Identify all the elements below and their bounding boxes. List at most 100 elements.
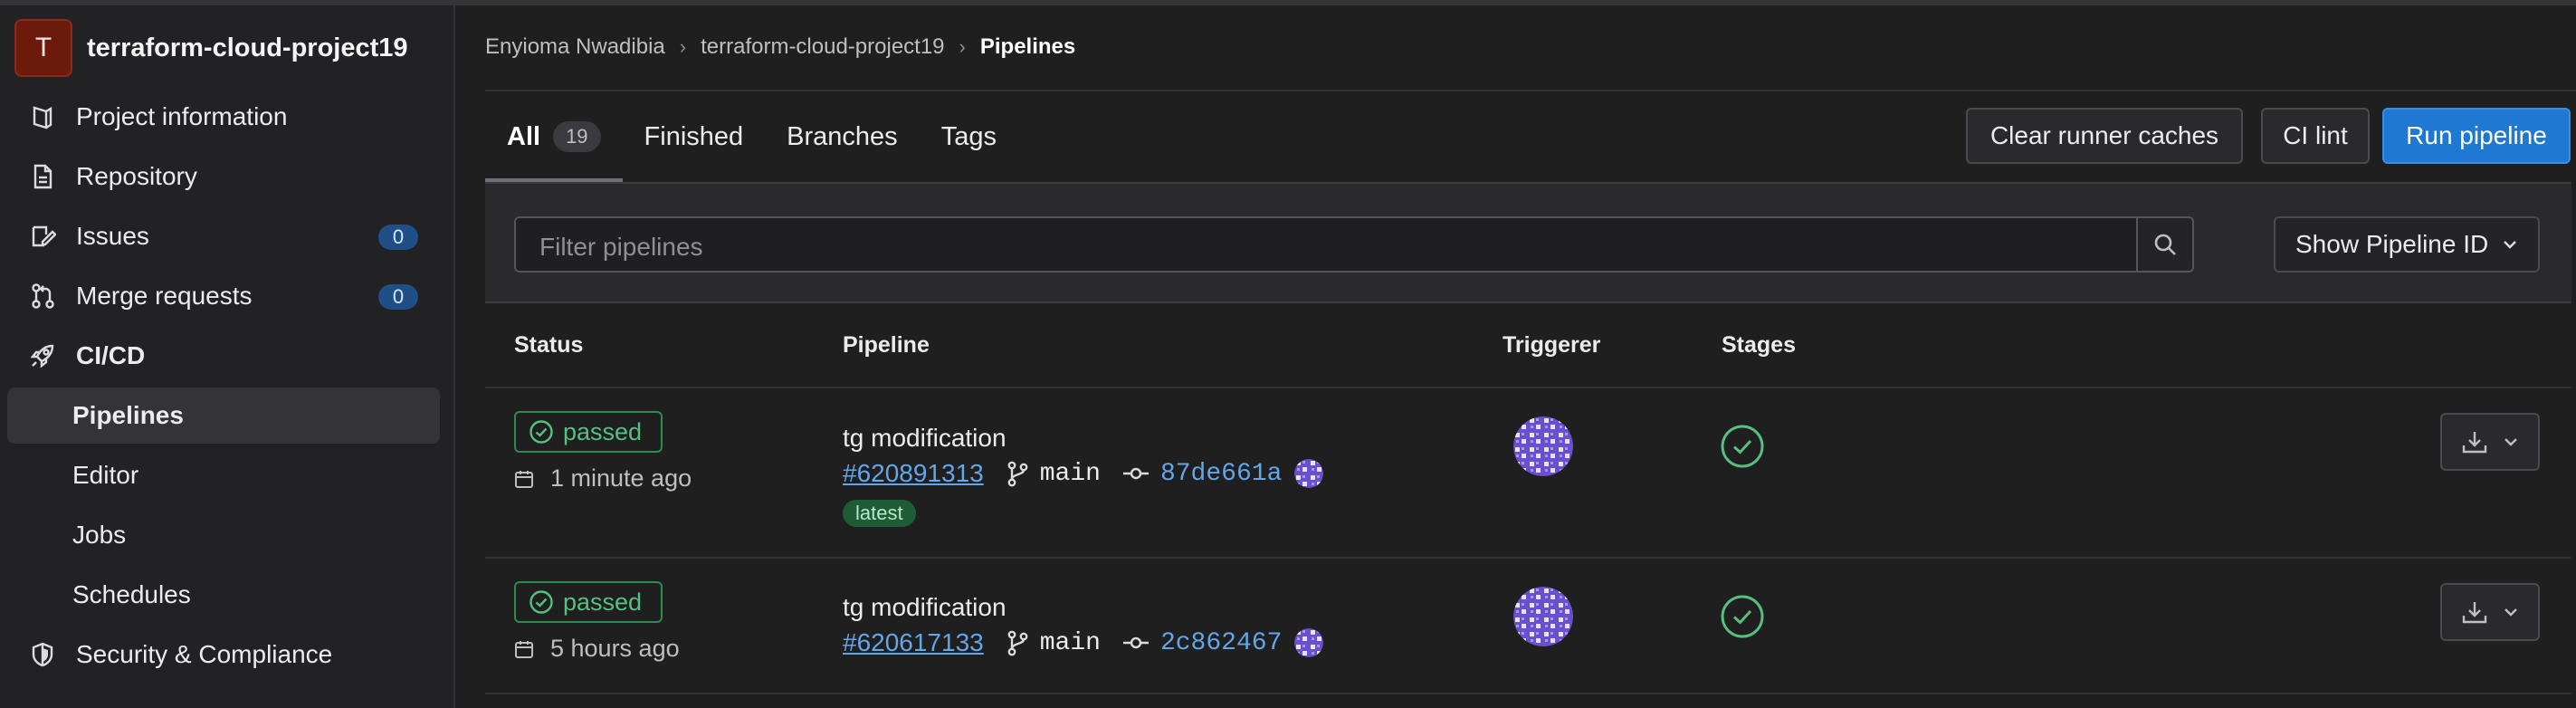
- table-row: passed 1 minute ago tg modification #620…: [485, 388, 2571, 559]
- sidebar-item-label: Issues: [76, 222, 149, 250]
- issues-icon: [27, 221, 58, 252]
- sidebar-item-label: Jobs: [72, 521, 127, 549]
- check-circle-icon: [530, 420, 553, 444]
- pipeline-tabs: All 19 Finished Branches Tags: [485, 91, 1018, 182]
- tab-tags[interactable]: Tags: [920, 91, 1018, 182]
- tab-finished[interactable]: Finished: [623, 91, 766, 182]
- commit-author-avatar[interactable]: [1294, 628, 1324, 657]
- project-header[interactable]: T terraform-cloud-project19: [14, 18, 408, 78]
- stage-passed-icon[interactable]: [1720, 594, 1765, 639]
- project-name[interactable]: terraform-cloud-project19: [87, 33, 408, 63]
- commit-ref[interactable]: 2c862467: [1122, 629, 1282, 657]
- branch-icon: [1007, 461, 1028, 487]
- time-ago: 5 hours ago: [550, 635, 680, 662]
- branch-ref[interactable]: main: [1006, 460, 1101, 488]
- branch-ref[interactable]: main: [1006, 629, 1101, 657]
- tab-all[interactable]: All 19: [485, 91, 623, 182]
- pipeline-title[interactable]: tg modification: [843, 593, 1007, 622]
- sidebar-item-pipelines[interactable]: Pipelines: [7, 387, 440, 444]
- chevron-down-icon: [2504, 438, 2517, 446]
- filter-pipelines-input[interactable]: Filter pipelines: [514, 216, 2194, 273]
- breadcrumb-item[interactable]: terraform-cloud-project19: [701, 34, 944, 60]
- commit-icon: [1122, 467, 1149, 480]
- stage-passed-icon[interactable]: [1720, 424, 1765, 469]
- chevron-right-icon: ›: [679, 35, 687, 58]
- download-artifacts-button[interactable]: [2440, 413, 2540, 471]
- pipeline-meta: #620617133 main 2c862467: [843, 628, 1324, 657]
- pipeline-title[interactable]: tg modification: [843, 424, 1007, 453]
- column-header-stages: Stages: [1722, 332, 1796, 358]
- sidebar-item-project-information[interactable]: Project information: [7, 89, 440, 145]
- run-pipeline-button[interactable]: Run pipeline: [2382, 108, 2571, 164]
- sidebar-item-label: Merge requests: [76, 282, 253, 310]
- pipeline-id-link[interactable]: #620891313: [843, 459, 984, 488]
- download-icon: [2462, 432, 2487, 454]
- sidebar-item-cicd[interactable]: CI/CD: [7, 328, 440, 384]
- issues-count-badge: 0: [378, 225, 418, 250]
- project-avatar[interactable]: T: [14, 19, 72, 77]
- calendar-icon: [515, 470, 533, 488]
- tab-count-badge: 19: [553, 121, 601, 152]
- rocket-icon: [27, 340, 58, 371]
- sidebar-item-label: Project information: [76, 102, 288, 130]
- column-header-pipeline: Pipeline: [843, 332, 930, 358]
- sidebar-item-merge-requests[interactable]: Merge requests 0: [7, 268, 440, 324]
- merge-requests-count-badge: 0: [378, 284, 418, 310]
- show-pipeline-id-dropdown[interactable]: Show Pipeline ID: [2274, 216, 2540, 273]
- check-circle-icon: [530, 590, 553, 614]
- filter-placeholder: Filter pipelines: [539, 233, 703, 261]
- table-header: Status Pipeline Triggerer Stages: [485, 305, 2571, 388]
- sidebar-item-security-compliance[interactable]: Security & Compliance: [7, 627, 440, 683]
- commit-icon: [1122, 636, 1149, 649]
- ci-lint-button[interactable]: CI lint: [2261, 108, 2370, 164]
- pipeline-time: 5 hours ago: [514, 635, 680, 663]
- triggerer-avatar[interactable]: [1513, 416, 1573, 476]
- pipeline-time: 1 minute ago: [514, 464, 692, 493]
- latest-badge: latest: [843, 500, 916, 527]
- tab-label: Finished: [644, 121, 744, 151]
- pipeline-id-link[interactable]: #620617133: [843, 628, 984, 657]
- breadcrumb-item[interactable]: Enyioma Nwadibia: [485, 34, 665, 60]
- sidebar-item-label: CI/CD: [76, 341, 146, 369]
- search-button[interactable]: [2136, 216, 2194, 273]
- status-badge[interactable]: passed: [514, 411, 663, 453]
- status-badge[interactable]: passed: [514, 581, 663, 623]
- merge-request-icon: [27, 281, 58, 311]
- triggerer-avatar[interactable]: [1513, 587, 1573, 646]
- branch-icon: [1007, 630, 1028, 656]
- breadcrumb-current[interactable]: Pipelines: [980, 34, 1075, 60]
- project-icon: [27, 101, 58, 132]
- shield-icon: [27, 639, 58, 670]
- sidebar-item-schedules[interactable]: Schedules: [7, 567, 440, 623]
- sidebar-item-label: Schedules: [72, 580, 191, 608]
- commit-author-avatar[interactable]: [1294, 459, 1324, 488]
- main-content: Enyioma Nwadibia › terraform-cloud-proje…: [485, 5, 2576, 708]
- sidebar-item-jobs[interactable]: Jobs: [7, 507, 440, 563]
- sidebar-item-label: Pipelines: [72, 401, 184, 429]
- clear-runner-caches-button[interactable]: Clear runner caches: [1966, 108, 2243, 164]
- tab-branches[interactable]: Branches: [765, 91, 920, 182]
- download-icon: [2462, 602, 2487, 624]
- download-artifacts-button[interactable]: [2440, 583, 2540, 641]
- column-header-triggerer: Triggerer: [1503, 332, 1601, 358]
- tab-label: Tags: [940, 121, 997, 151]
- column-header-status: Status: [514, 332, 584, 358]
- sidebar-item-label: Editor: [72, 461, 139, 489]
- sidebar-item-editor[interactable]: Editor: [7, 447, 440, 503]
- sidebar-item-repository[interactable]: Repository: [7, 148, 440, 205]
- calendar-icon: [515, 640, 533, 658]
- document-icon: [27, 161, 58, 192]
- tab-label: Branches: [787, 121, 898, 151]
- breadcrumb: Enyioma Nwadibia › terraform-cloud-proje…: [485, 34, 1075, 60]
- filter-bar: Filter pipelines Show Pipeline ID: [485, 182, 2571, 303]
- branch-name: main: [1039, 628, 1101, 657]
- sidebar-item-label: Repository: [76, 162, 197, 190]
- tab-label: All: [507, 121, 541, 151]
- chevron-right-icon: ›: [959, 35, 966, 58]
- commit-sha: 87de661a: [1159, 459, 1283, 488]
- commit-ref[interactable]: 87de661a: [1122, 460, 1282, 488]
- sidebar-item-issues[interactable]: Issues 0: [7, 208, 440, 264]
- commit-sha: 2c862467: [1159, 628, 1283, 657]
- time-ago: 1 minute ago: [550, 464, 692, 492]
- status-label: passed: [563, 588, 643, 616]
